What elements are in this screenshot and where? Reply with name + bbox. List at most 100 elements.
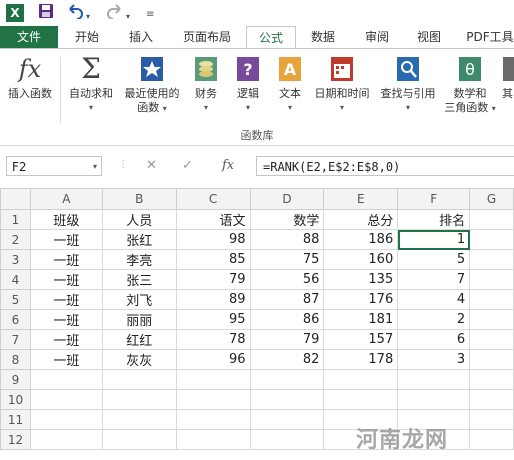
text-button[interactable]: A 文本 ▾ bbox=[270, 55, 310, 115]
selected-cell[interactable]: 1 bbox=[397, 229, 471, 250]
cell[interactable]: 79 bbox=[249, 329, 325, 350]
cell[interactable]: 7 bbox=[397, 269, 471, 290]
cell[interactable] bbox=[469, 269, 514, 290]
cell[interactable]: 56 bbox=[249, 269, 325, 290]
column-header-a[interactable]: A bbox=[29, 188, 103, 210]
math-trig-button[interactable]: θ 数学和 三角函数 ▾ bbox=[440, 55, 500, 116]
cell[interactable]: 班级 bbox=[29, 209, 103, 230]
cell[interactable]: 数学 bbox=[249, 209, 325, 230]
tab-pdf-tools[interactable]: PDF工具 bbox=[460, 26, 514, 48]
cell[interactable] bbox=[249, 409, 325, 430]
row-header[interactable]: 2 bbox=[0, 229, 31, 250]
cell[interactable] bbox=[323, 389, 399, 410]
tab-review[interactable]: 审阅 bbox=[354, 26, 400, 48]
cell[interactable]: 灰灰 bbox=[101, 349, 177, 370]
column-header-e[interactable]: E bbox=[323, 188, 399, 210]
cell[interactable] bbox=[101, 429, 177, 450]
cell[interactable]: 98 bbox=[175, 229, 251, 250]
row-header[interactable]: 9 bbox=[0, 369, 31, 390]
redo-icon[interactable] bbox=[106, 3, 124, 25]
cell[interactable]: 186 bbox=[323, 229, 399, 250]
cell[interactable]: 一班 bbox=[29, 309, 103, 330]
cell[interactable]: 丽丽 bbox=[101, 309, 177, 330]
redo-dropdown-icon[interactable]: ▾ bbox=[126, 7, 130, 27]
cell[interactable]: 89 bbox=[175, 289, 251, 310]
cell[interactable] bbox=[469, 309, 514, 330]
cell[interactable]: 82 bbox=[249, 349, 325, 370]
cell[interactable]: 178 bbox=[323, 349, 399, 370]
cancel-icon[interactable]: ✕ bbox=[146, 156, 157, 176]
datetime-button[interactable]: 日期和时间 ▾ bbox=[310, 55, 374, 115]
cell[interactable]: 88 bbox=[249, 229, 325, 250]
cell[interactable] bbox=[175, 409, 251, 430]
cell[interactable] bbox=[469, 389, 514, 410]
cell[interactable] bbox=[469, 289, 514, 310]
cell[interactable]: 96 bbox=[175, 349, 251, 370]
cell[interactable] bbox=[469, 329, 514, 350]
cell[interactable] bbox=[29, 409, 103, 430]
cell[interactable] bbox=[469, 229, 514, 250]
tab-formulas[interactable]: 公式 bbox=[246, 26, 296, 50]
cell[interactable] bbox=[397, 369, 471, 390]
row-header[interactable]: 8 bbox=[0, 349, 31, 370]
recently-used-button[interactable]: 最近使用的 函数 ▾ bbox=[120, 55, 184, 116]
cell[interactable]: 一班 bbox=[29, 289, 103, 310]
cell[interactable]: 79 bbox=[175, 269, 251, 290]
cell[interactable] bbox=[101, 389, 177, 410]
cell[interactable] bbox=[469, 249, 514, 270]
row-header[interactable]: 3 bbox=[0, 249, 31, 270]
cell[interactable]: 一班 bbox=[29, 349, 103, 370]
cell[interactable]: 李亮 bbox=[101, 249, 177, 270]
cell[interactable] bbox=[175, 369, 251, 390]
row-header[interactable]: 12 bbox=[0, 429, 31, 450]
cell[interactable]: 6 bbox=[397, 329, 471, 350]
tab-insert[interactable]: 插入 bbox=[118, 26, 164, 48]
cell[interactable]: 人员 bbox=[101, 209, 177, 230]
cell[interactable] bbox=[29, 429, 103, 450]
cell[interactable] bbox=[175, 429, 251, 450]
cell[interactable] bbox=[469, 369, 514, 390]
row-header[interactable]: 4 bbox=[0, 269, 31, 290]
cell[interactable]: 语文 bbox=[175, 209, 251, 230]
name-box-dropdown-icon[interactable]: ▾ bbox=[93, 157, 97, 177]
cell[interactable]: 一班 bbox=[29, 229, 103, 250]
column-header-d[interactable]: D bbox=[249, 188, 325, 210]
cell[interactable]: 87 bbox=[249, 289, 325, 310]
name-box[interactable]: F2 ▾ bbox=[6, 156, 102, 176]
cell[interactable] bbox=[469, 209, 514, 230]
cell[interactable]: 75 bbox=[249, 249, 325, 270]
save-icon[interactable] bbox=[38, 3, 54, 25]
cell[interactable] bbox=[175, 389, 251, 410]
cell[interactable] bbox=[101, 409, 177, 430]
cell[interactable]: 总分 bbox=[323, 209, 399, 230]
lookup-reference-button[interactable]: 查找与引用 ▾ bbox=[376, 55, 440, 115]
cell[interactable]: 95 bbox=[175, 309, 251, 330]
tab-page-layout[interactable]: 页面布局 bbox=[170, 26, 244, 48]
tab-file[interactable]: 文件 bbox=[0, 26, 58, 48]
cell[interactable]: 135 bbox=[323, 269, 399, 290]
cell[interactable] bbox=[397, 389, 471, 410]
logical-button[interactable]: ? 逻辑 ▾ bbox=[228, 55, 268, 115]
insert-function-button[interactable]: fx 插入函数 bbox=[2, 55, 58, 101]
cell[interactable]: 张三 bbox=[101, 269, 177, 290]
cell[interactable]: 176 bbox=[323, 289, 399, 310]
cell[interactable]: 张红 bbox=[101, 229, 177, 250]
formula-input[interactable]: =RANK(E2,E$2:E$8,0) bbox=[256, 156, 514, 176]
autosum-button[interactable]: Σ 自动求和 ▾ bbox=[64, 55, 118, 115]
undo-dropdown-icon[interactable]: ▾ bbox=[86, 7, 90, 27]
cell[interactable]: 86 bbox=[249, 309, 325, 330]
cell[interactable]: 5 bbox=[397, 249, 471, 270]
row-header[interactable]: 7 bbox=[0, 329, 31, 350]
cell[interactable]: 3 bbox=[397, 349, 471, 370]
cell[interactable]: 78 bbox=[175, 329, 251, 350]
column-header-c[interactable]: C bbox=[175, 188, 251, 210]
cell[interactable]: 红红 bbox=[101, 329, 177, 350]
cell[interactable]: 4 bbox=[397, 289, 471, 310]
cell[interactable]: 排名 bbox=[397, 209, 471, 230]
financial-button[interactable]: 财务 ▾ bbox=[186, 55, 226, 115]
more-functions-button[interactable]: 其 bbox=[502, 55, 514, 101]
cell[interactable] bbox=[249, 389, 325, 410]
cell[interactable]: 一班 bbox=[29, 249, 103, 270]
column-header-b[interactable]: B bbox=[101, 188, 177, 210]
cell[interactable] bbox=[249, 429, 325, 450]
